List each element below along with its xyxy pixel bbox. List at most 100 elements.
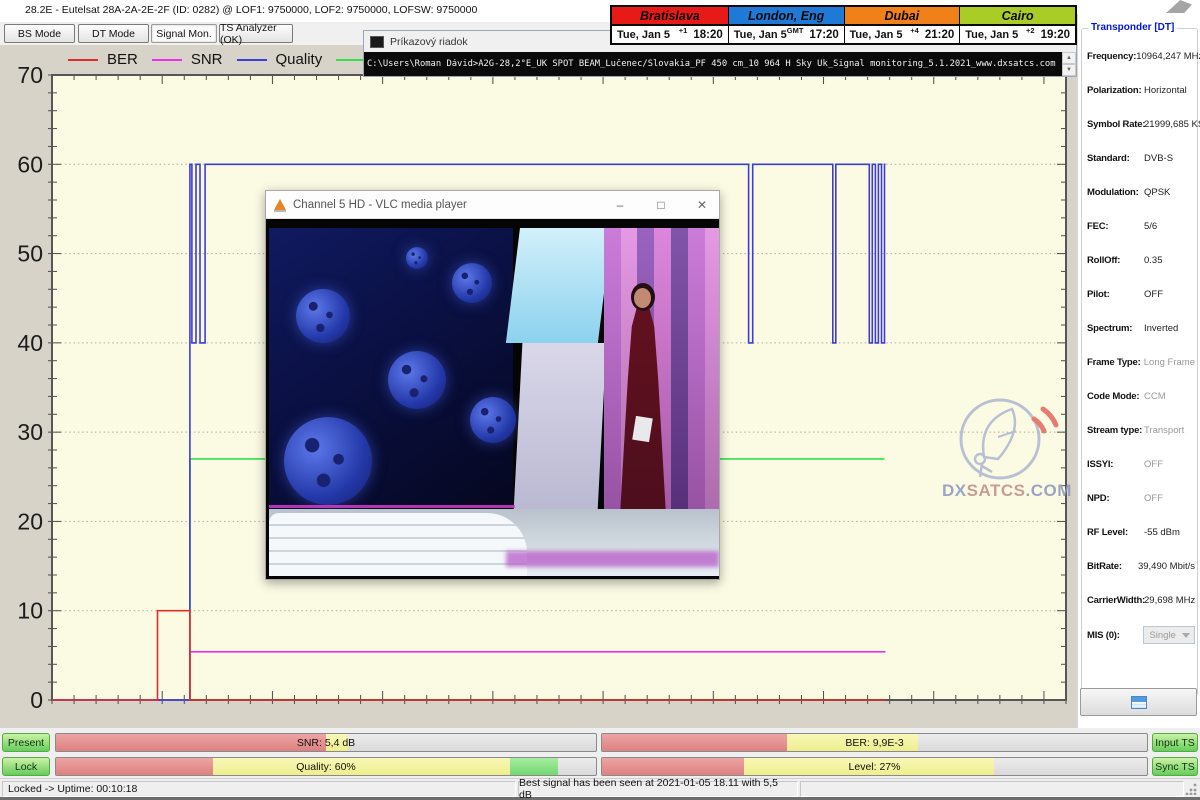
row-mis: MIS (0): Single: [1087, 625, 1195, 645]
satellite-dish-logo-icon: [942, 397, 1066, 481]
best-signal-status: Best signal has been seen at 2021-01-05 …: [518, 781, 798, 797]
field-value: Transport: [1144, 425, 1195, 436]
tab-ts-analyzer[interactable]: TS Analyzer (OK): [219, 24, 293, 43]
dxsatcs-watermark: DXSATCS.COM: [942, 397, 1066, 501]
legend-item-snr: SNR: [152, 51, 223, 68]
clock-dubai: Dubai Tue, Jan 5 +4 21:20: [844, 7, 960, 43]
field-label: NPD:: [1087, 493, 1144, 504]
legend-item-ber: BER: [68, 51, 138, 68]
studio-column: [514, 343, 607, 511]
ber-gauge-text: BER: 9,9E-3: [602, 734, 1147, 751]
svg-text:20: 20: [17, 508, 43, 534]
clock-time: 18:20: [693, 29, 722, 41]
maximize-icon[interactable]: □: [644, 193, 678, 217]
row-frame-type: Frame Type:Long Frame: [1087, 353, 1195, 371]
tab-signal-mon[interactable]: Signal Mon.: [151, 24, 217, 43]
tab-bs-mode[interactable]: BS Mode: [4, 24, 75, 43]
svg-text:60: 60: [17, 151, 43, 177]
studio-desk: [269, 513, 527, 576]
uptime-status: Locked -> Uptime: 00:10:18: [2, 781, 516, 797]
field-value: OFF: [1144, 459, 1195, 470]
clock-london: London, Eng Tue, Jan 5 GMT 17:20: [728, 7, 844, 43]
presenter-head: [634, 288, 651, 308]
sync-ts-badge: Sync TS: [1152, 757, 1198, 776]
svg-text:40: 40: [17, 330, 43, 356]
ts-list-button[interactable]: [1080, 688, 1197, 716]
field-label: Polarization:: [1087, 85, 1144, 96]
row-frequency: Frequency:10964,247 MHz: [1087, 47, 1195, 65]
row-polarization: Polarization:Horizontal: [1087, 81, 1195, 99]
legend-label: SNR: [191, 51, 223, 68]
clock-bratislava: Bratislava Tue, Jan 5 +1 18:20: [612, 7, 728, 43]
clock-time: 19:20: [1041, 29, 1070, 41]
clock-utc-offset: GMT: [787, 26, 804, 35]
row-rolloff: RollOff:0.35: [1087, 251, 1195, 269]
field-value: 39,490 Mbit/s: [1138, 561, 1195, 572]
snr-gauge: SNR: 5,4 dB: [55, 733, 597, 752]
chart-legend: BER SNR Quality Level: [68, 51, 411, 68]
watermark-text: DXSATCS.COM: [942, 481, 1066, 501]
vlc-player-window[interactable]: Channel 5 HD - VLC media player – □ ✕: [265, 190, 720, 580]
cmd-console[interactable]: C:\Users\Roman Dávid>A2G-28,2°E_UK SPOT …: [364, 52, 1076, 76]
ber-gauge: BER: 9,9E-3: [601, 733, 1148, 752]
chevron-down-icon: [1182, 633, 1190, 638]
row-standard: Standard:DVB-S: [1087, 149, 1195, 167]
field-value: QPSK: [1144, 187, 1195, 198]
input-ts-badge: Input TS: [1152, 733, 1198, 752]
field-label: RollOff:: [1087, 255, 1144, 266]
legend-item-quality: Quality: [237, 51, 323, 68]
row-issyi: ISSYI:OFF: [1087, 455, 1195, 473]
desk-neon-edge: [269, 505, 515, 508]
vlc-window-title: Channel 5 HD - VLC media player: [293, 199, 596, 211]
clock-time: 17:20: [809, 29, 838, 41]
quality-line-swatch: [237, 59, 267, 61]
clock-utc-offset: +4: [910, 26, 919, 35]
wm-satcs: SATCS: [967, 481, 1026, 500]
clock-date: Tue, Jan 5: [617, 29, 679, 41]
virus-graphic: [470, 397, 516, 443]
row-spectrum: Spectrum:Inverted: [1087, 319, 1195, 337]
cmd-scrollbar[interactable]: ▲ ▼: [1062, 52, 1076, 76]
field-value: 21999,685 KS/s: [1144, 119, 1200, 130]
clock-time: 21:20: [925, 29, 954, 41]
transponder-panel: Transponder [DT] Frequency:10964,247 MHz…: [1077, 14, 1200, 728]
row-modulation: Modulation:QPSK: [1087, 183, 1195, 201]
row-stream-type: Stream type:Transport: [1087, 421, 1195, 439]
scroll-up-icon[interactable]: ▲: [1062, 52, 1076, 64]
video-frame[interactable]: [266, 219, 719, 579]
field-label: Spectrum:: [1087, 323, 1144, 334]
tab-dt-mode[interactable]: DT Mode: [78, 24, 149, 43]
vlc-cone-icon: [274, 199, 286, 210]
groupbox-title: Transponder [DT]: [1088, 22, 1177, 33]
ber-line-swatch: [68, 59, 98, 61]
row-pilot: Pilot:OFF: [1087, 285, 1195, 303]
field-label: FEC:: [1087, 221, 1144, 232]
resize-grip[interactable]: [1185, 783, 1197, 795]
field-value: 29,698 MHz: [1144, 595, 1195, 606]
scroll-down-icon[interactable]: ▼: [1062, 64, 1076, 76]
field-value: DVB-S: [1144, 153, 1195, 164]
transponder-groupbox: Transponder [DT] Frequency:10964,247 MHz…: [1081, 28, 1198, 696]
field-label: Frequency:: [1087, 51, 1136, 62]
virus-graphic: [296, 289, 350, 343]
field-value: 5/6: [1144, 221, 1195, 232]
cmd-prompt-line: C:\Users\Roman Dávid>A2G-28,2°E_UK SPOT …: [364, 59, 1058, 69]
field-label: Symbol Rate:: [1087, 119, 1144, 130]
clock-cairo: Cairo Tue, Jan 5 +2 19:20: [959, 7, 1075, 43]
quality-gauge-text: Quality: 60%: [56, 758, 596, 775]
close-icon[interactable]: ✕: [685, 193, 719, 217]
clock-date: Tue, Jan 5: [734, 29, 787, 41]
cmd-title: Príkazový riadok: [390, 36, 468, 48]
field-label: Stream type:: [1087, 425, 1144, 436]
vlc-titlebar[interactable]: Channel 5 HD - VLC media player – □ ✕: [266, 191, 719, 219]
mis-dropdown[interactable]: Single: [1143, 626, 1195, 644]
field-label: Modulation:: [1087, 187, 1144, 198]
level-gauge-text: Level: 27%: [602, 758, 1147, 775]
virus-graphic: [284, 417, 372, 505]
minimize-icon[interactable]: –: [603, 193, 637, 217]
corner-decoration: [1166, 0, 1192, 13]
svg-text:0: 0: [30, 687, 43, 713]
row-bitrate: BitRate:39,490 Mbit/s: [1087, 557, 1195, 575]
field-value: Long Frame: [1144, 357, 1195, 368]
field-value: -55 dBm: [1144, 527, 1195, 538]
